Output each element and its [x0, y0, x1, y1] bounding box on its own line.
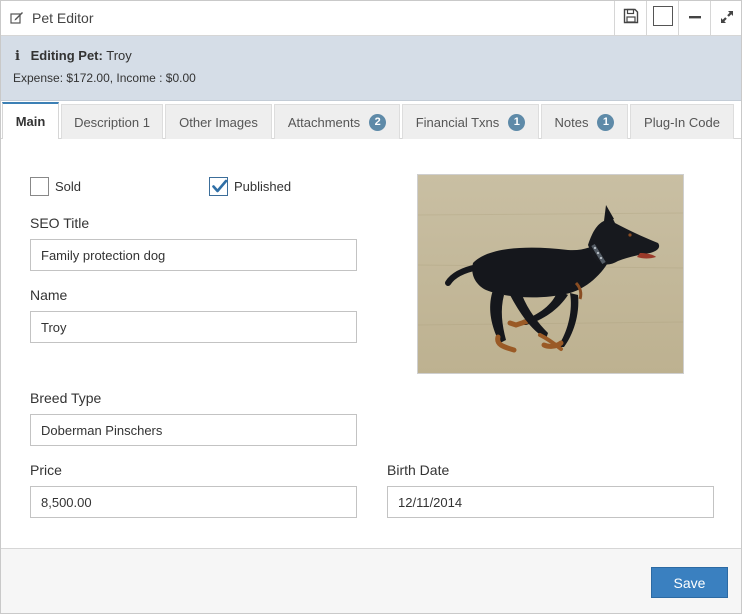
title-bar: Pet Editor — [1, 1, 741, 36]
square-icon — [652, 6, 673, 31]
expand-icon — [720, 10, 733, 28]
seo-title-label: SEO Title — [30, 215, 90, 231]
expand-button[interactable] — [710, 1, 742, 36]
info-icon: i — [15, 49, 20, 64]
tab-attachments[interactable]: Attachments 2 — [274, 104, 400, 139]
tab-financial-txns[interactable]: Financial Txns 1 — [402, 104, 539, 139]
restore-button[interactable] — [646, 1, 678, 36]
attachments-count-badge: 2 — [369, 113, 387, 131]
pet-editor-window: Pet Editor i Editing Pet: Troy Expense: … — [0, 0, 742, 614]
footer-bar: Save — [1, 549, 741, 613]
published-checkbox[interactable] — [209, 177, 228, 196]
save-icon — [623, 8, 639, 29]
save-icon-button[interactable] — [614, 1, 646, 36]
price-input[interactable] — [30, 486, 357, 518]
pet-photo[interactable] — [417, 174, 684, 374]
editing-label: Editing Pet: — [30, 48, 103, 63]
minimize-icon — [688, 10, 701, 28]
info-bar: i Editing Pet: Troy Expense: $172.00, In… — [1, 36, 741, 101]
sold-label: Sold — [55, 179, 82, 194]
tab-plug-in-code[interactable]: Plug-In Code — [630, 104, 734, 139]
birth-date-input[interactable] — [387, 486, 714, 518]
tab-bar: Main Description 1 Other Images Attachme… — [1, 101, 741, 140]
main-tab-content: Sold Published SEO Title Name Breed Type… — [1, 139, 741, 549]
financial-summary: Expense: $172.00, Income : $0.00 — [13, 71, 196, 85]
birth-date-label: Birth Date — [387, 462, 450, 478]
sold-checkbox[interactable] — [30, 177, 49, 196]
price-label: Price — [30, 462, 62, 478]
minimize-button[interactable] — [678, 1, 710, 36]
tab-other-images[interactable]: Other Images — [165, 104, 272, 139]
published-label: Published — [234, 179, 292, 194]
window-title: Pet Editor — [32, 10, 94, 26]
save-button[interactable]: Save — [651, 567, 728, 598]
financial-txns-count-badge: 1 — [508, 113, 526, 131]
breed-type-label: Breed Type — [30, 390, 102, 406]
checkmark-icon — [211, 178, 228, 200]
tab-notes[interactable]: Notes 1 — [541, 104, 628, 139]
pet-name: Troy — [106, 48, 132, 63]
name-input[interactable] — [30, 311, 357, 343]
seo-title-input[interactable] — [30, 239, 357, 271]
editing-line: i Editing Pet: Troy — [15, 48, 132, 64]
breed-type-input[interactable] — [30, 414, 357, 446]
tab-main[interactable]: Main — [2, 102, 59, 140]
name-label: Name — [30, 287, 68, 303]
tab-description-1[interactable]: Description 1 — [61, 104, 163, 139]
notes-count-badge: 1 — [597, 113, 615, 131]
edit-icon — [10, 11, 24, 25]
